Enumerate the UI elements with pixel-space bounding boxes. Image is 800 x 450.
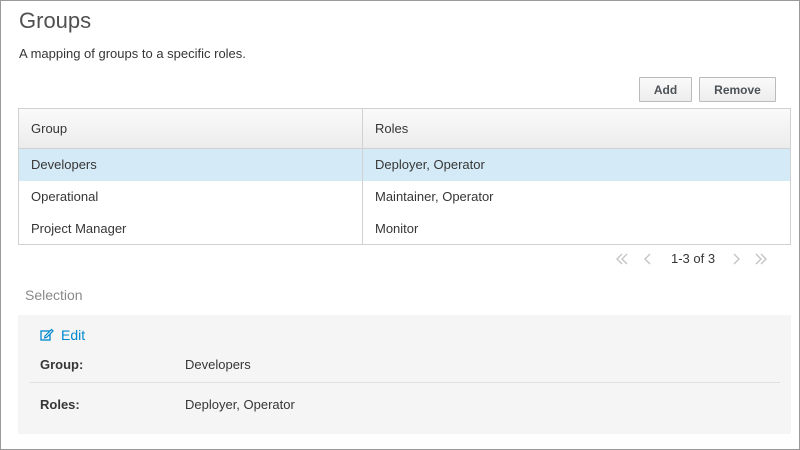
cell-roles: Deployer, Operator [362,149,790,181]
selection-panel: Edit Group: Developers Roles: Deployer, … [18,315,791,434]
edit-label: Edit [61,327,86,343]
table-row[interactable]: Operational Maintainer, Operator [19,181,790,213]
column-header-roles[interactable]: Roles [362,109,790,148]
cell-group: Operational [31,189,99,204]
remove-button[interactable]: Remove [699,77,776,102]
detail-row-roles: Roles: Deployer, Operator [30,389,780,423]
detail-label: Group: [40,357,84,372]
table-header: Group Roles [19,109,790,149]
double-chevron-left-icon[interactable] [615,249,629,269]
cell-group: Developers [31,157,97,172]
groups-table: Group Roles Developers Deployer, Operato… [18,108,791,245]
cell-roles: Maintainer, Operator [362,181,790,213]
detail-value: Developers [185,357,251,372]
chevron-right-icon[interactable] [731,249,741,269]
edit-icon [40,328,54,342]
cell-group: Project Manager [31,221,127,236]
edit-link[interactable]: Edit [40,327,85,343]
column-header-group[interactable]: Group [19,109,362,148]
double-chevron-right-icon[interactable] [754,249,768,269]
page-title: Groups [19,8,92,33]
cell-roles: Monitor [362,213,790,245]
selection-heading: Selection [25,287,83,303]
pagination-info: 1-3 of 3 [671,251,716,266]
detail-label: Roles: [40,397,80,412]
detail-row-group: Group: Developers [30,349,780,383]
detail-value: Deployer, Operator [185,397,295,412]
add-button[interactable]: Add [639,77,692,102]
chevron-left-icon[interactable] [643,249,653,269]
table-row[interactable]: Developers Deployer, Operator [19,149,790,181]
page-description: A mapping of groups to a specific roles. [19,46,246,61]
table-row[interactable]: Project Manager Monitor [19,213,790,245]
